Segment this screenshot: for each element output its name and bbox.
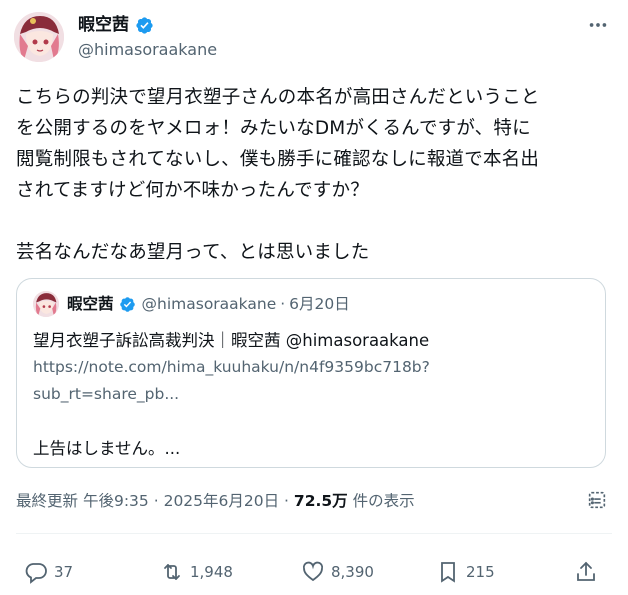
reply-button[interactable]: 37: [24, 560, 73, 584]
heart-icon: [302, 561, 324, 582]
author-avatar[interactable]: [14, 12, 64, 62]
quoted-excerpt: 上告はしません。...: [33, 439, 181, 458]
analytics-icon[interactable]: [586, 489, 608, 511]
retweet-count: 1,948: [190, 563, 233, 581]
quoted-date[interactable]: 6月20日: [289, 293, 350, 315]
tweet-time[interactable]: 午後9:35: [83, 492, 149, 510]
author-handle[interactable]: @himasoraakane: [78, 40, 217, 60]
bookmark-button[interactable]: 215: [436, 560, 495, 584]
meta-separator: ·: [153, 492, 159, 510]
share-icon: [577, 561, 595, 581]
quoted-title: 望月衣塑子訴訟高裁判決｜暇空茜 @himasoraakane: [33, 331, 430, 350]
like-count: 8,390: [331, 563, 374, 581]
tweet-line: こちらの判決で望月衣塑子さんの本名が高田さんだということ: [16, 87, 540, 108]
tweet-line: 閲覧制限もされてないし、僕も勝手に確認なしに報道で本名出: [16, 149, 540, 170]
updated-label[interactable]: 最終更新: [16, 492, 78, 510]
tweet-line: を公開するのをヤメロォ！みたいなDMがくるんですが、特に: [16, 118, 531, 139]
quoted-display-name[interactable]: 暇空茜: [67, 293, 114, 315]
verified-badge-icon: [136, 16, 153, 34]
verified-badge-icon: [119, 296, 135, 312]
retweet-icon: [164, 564, 180, 580]
share-button[interactable]: [574, 560, 598, 584]
author-display-name[interactable]: 暇空茜: [78, 14, 154, 36]
quoted-tweet-card[interactable]: 暇空茜 @himasoraakane · 6月20日 望月衣塑子訴訟高裁判決｜暇…: [16, 278, 606, 468]
display-name-text[interactable]: 暇空茜: [78, 14, 129, 36]
tweet-line: されてますけど何か不味かったんですか？: [16, 180, 369, 201]
tweet-date[interactable]: 2025年6月20日: [164, 492, 280, 510]
tweet-line: 芸名なんだなあ望月って、とは思いました: [16, 242, 370, 263]
meta-separator: ·: [284, 492, 289, 510]
view-count: 72.5万: [293, 492, 348, 510]
quoted-tweet-header: 暇空茜 @himasoraakane · 6月20日: [67, 293, 350, 315]
retweet-button[interactable]: 1,948: [160, 560, 233, 584]
view-label: 件の表示: [352, 492, 415, 510]
quoted-handle[interactable]: @himasoraakane: [142, 293, 277, 315]
bookmark-count: 215: [466, 563, 495, 581]
quoted-link-line[interactable]: sub_rt=share_pb...: [33, 381, 593, 408]
divider: [16, 533, 612, 534]
quoted-tweet-text: 望月衣塑子訴訟高裁判決｜暇空茜 @himasoraakane https://n…: [33, 327, 593, 462]
reply-icon: [25, 563, 47, 584]
bookmark-icon: [441, 562, 455, 583]
quoted-link-line[interactable]: https://note.com/hima_kuuhaku/n/n4f9359b…: [33, 354, 593, 381]
quoted-separator: ·: [280, 295, 286, 313]
like-button[interactable]: 8,390: [301, 560, 374, 584]
tweet-meta: 最終更新 午後9:35 · 2025年6月20日 · 72.5万 件の表示: [16, 490, 415, 512]
more-icon[interactable]: [587, 14, 609, 36]
tweet-text: こちらの判決で望月衣塑子さんの本名が高田さんだということ を公開するのをヤメロォ…: [16, 82, 616, 268]
reply-count: 37: [54, 563, 74, 581]
quoted-author-avatar[interactable]: [33, 291, 59, 317]
